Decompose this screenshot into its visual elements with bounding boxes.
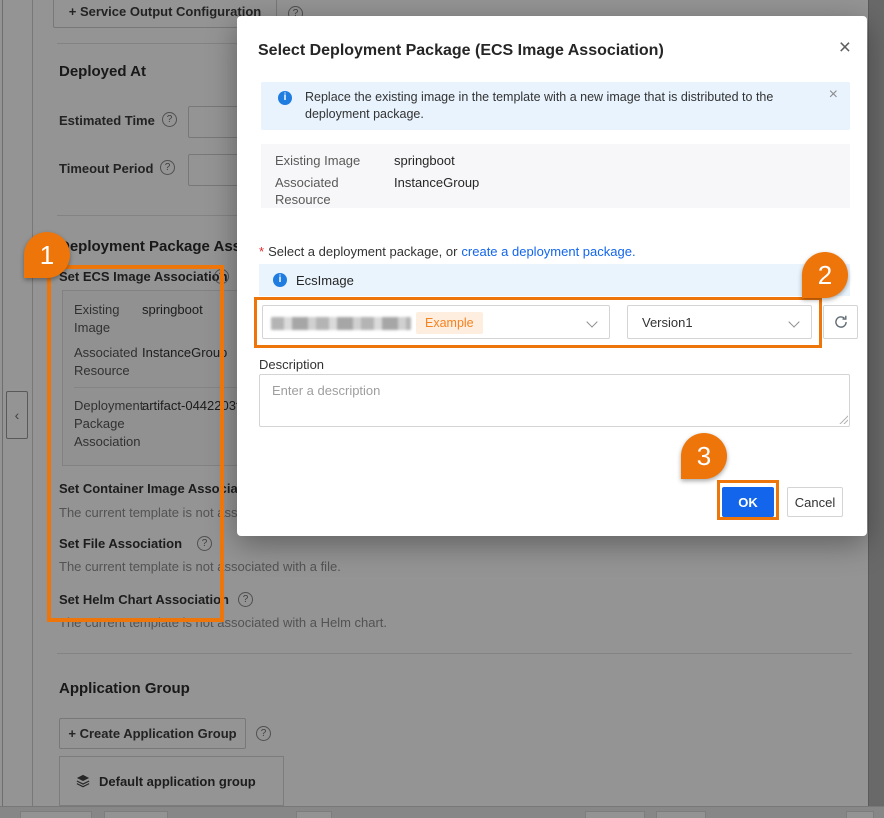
summary-row: Associated Resource InstanceGroup [275,174,836,209]
info-alert: i Replace the existing image in the temp… [261,82,850,130]
refresh-button[interactable] [823,305,858,339]
existing-image-label: Existing Image [275,152,380,170]
info-icon: i [278,91,292,105]
select-deployment-package-dialog: Select Deployment Package (ECS Image Ass… [237,16,867,536]
step-number: 2 [818,260,832,291]
create-deployment-package-link[interactable]: create a deployment package. [461,244,635,259]
existing-image-value: springboot [394,152,455,170]
close-icon[interactable]: × [829,86,838,104]
callout-rectangle-step1 [47,265,224,622]
description-field-wrap [259,374,850,427]
description-label: Description [259,357,324,372]
package-type-banner: i EcsImage [259,264,850,296]
step-badge-1: 1 [24,232,70,278]
step-number: 3 [697,441,711,472]
existing-image-summary: Existing Image springboot Associated Res… [261,144,850,208]
callout-rectangle-step2 [254,297,822,348]
alert-message: Replace the existing image in the templa… [305,89,803,123]
cancel-button[interactable]: Cancel [787,487,843,517]
info-icon: i [273,273,287,287]
step-badge-2: 2 [802,252,848,298]
select-package-prompt: * Select a deployment package, or create a… [259,244,636,259]
refresh-icon [833,314,849,330]
dialog-title: Select Deployment Package (ECS Image Ass… [258,42,664,60]
screen: ‹ + Service Output Configuration ? Deplo… [0,0,884,818]
callout-rectangle-step3 [717,480,779,520]
close-icon[interactable]: × [839,38,851,58]
prompt-text: Select a deployment package, or [268,244,457,259]
associated-resource-label: Associated Resource [275,174,380,209]
associated-resource-value: InstanceGroup [394,174,479,209]
package-type-label: EcsImage [296,273,354,288]
step-number: 1 [40,240,54,271]
summary-row: Existing Image springboot [275,152,836,170]
step-badge-3: 3 [681,433,727,479]
required-mark: * [259,244,264,259]
description-input[interactable] [259,374,850,427]
